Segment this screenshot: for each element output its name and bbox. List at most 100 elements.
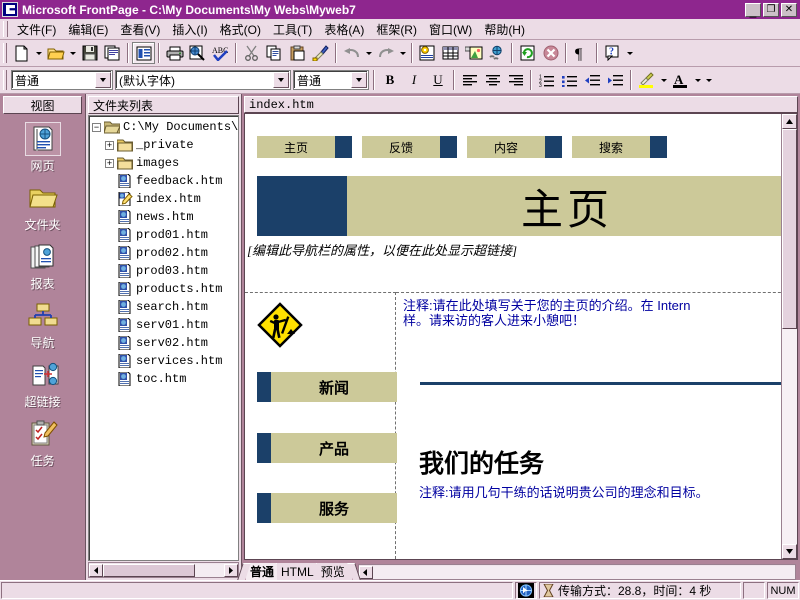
folder-list-tree[interactable]: − C:\My Documents\My + _private + xyxy=(88,115,239,561)
underline-button[interactable]: U xyxy=(426,69,450,91)
menu-format[interactable]: 格式(O) xyxy=(214,19,267,40)
editor-vscrollbar[interactable] xyxy=(781,114,797,559)
menu-edit[interactable]: 编辑(E) xyxy=(62,19,114,40)
mission-comment[interactable]: 注释:请用几句干练的话说明贵公司的理念和目标。 xyxy=(419,485,709,500)
sidebar-item-page[interactable]: 网页 xyxy=(0,122,85,174)
nav-button-search[interactable]: 搜索 xyxy=(572,136,667,158)
tree-node-products[interactable]: products.htm xyxy=(89,280,238,298)
font-color-icon[interactable]: A xyxy=(669,69,692,91)
menu-view[interactable]: 查看(V) xyxy=(114,19,166,40)
tab-normal[interactable]: 普通 xyxy=(237,563,290,580)
open-folder-icon[interactable] xyxy=(44,42,67,64)
preview-in-browser-icon[interactable] xyxy=(186,42,209,64)
toolbar-grip[interactable] xyxy=(3,43,7,63)
expand-expander-icon[interactable]: + xyxy=(105,140,114,150)
publish-web-icon[interactable] xyxy=(101,42,124,64)
menu-window[interactable]: 窗口(W) xyxy=(423,19,478,40)
menu-frames[interactable]: 框架(R) xyxy=(370,19,423,40)
format-painter-icon[interactable] xyxy=(309,42,332,64)
toolbar-grip[interactable] xyxy=(3,70,7,90)
hscroll-track[interactable] xyxy=(372,565,795,579)
sidebar-item-reports[interactable]: 报表 xyxy=(0,240,85,292)
redo-dropdown-icon[interactable] xyxy=(397,42,408,64)
highlight-dropdown-icon[interactable] xyxy=(658,69,669,91)
toolbar-overflow-icon[interactable] xyxy=(624,42,635,64)
cut-icon[interactable] xyxy=(240,42,263,64)
menu-tools[interactable]: 工具(T) xyxy=(267,19,318,40)
side-button-products[interactable]: 产品 xyxy=(257,433,397,463)
tree-node-feedback[interactable]: feedback.htm xyxy=(89,172,238,190)
align-center-icon[interactable] xyxy=(481,69,504,91)
sidebar-item-folders[interactable]: 文件夹 xyxy=(0,181,85,233)
tree-node-private[interactable]: + _private xyxy=(89,136,238,154)
stop-icon[interactable] xyxy=(539,42,562,64)
print-icon[interactable] xyxy=(163,42,186,64)
close-button[interactable]: ✕ xyxy=(781,2,797,17)
copy-icon[interactable] xyxy=(263,42,286,64)
web-component-icon[interactable] xyxy=(416,42,439,64)
page-design-canvas[interactable]: 主页 反馈 内容 搜索 主页 [编辑此导航栏的属性，以便在此处显示超链接] 注释… xyxy=(245,114,781,559)
tab-html[interactable]: HTML xyxy=(277,563,330,580)
refresh-icon[interactable] xyxy=(516,42,539,64)
tree-node-prod01[interactable]: prod01.htm xyxy=(89,226,238,244)
align-left-icon[interactable] xyxy=(458,69,481,91)
open-dropdown-icon[interactable] xyxy=(67,42,78,64)
page-properties-icon[interactable] xyxy=(132,42,155,64)
nav-button-contents[interactable]: 内容 xyxy=(467,136,562,158)
tree-node-search[interactable]: search.htm xyxy=(89,298,238,316)
scroll-left-button[interactable] xyxy=(358,565,373,579)
chevron-down-icon[interactable] xyxy=(95,72,111,88)
bulleted-list-icon[interactable] xyxy=(558,69,581,91)
intro-comment[interactable]: 注释:请在此处填写关于您的主页的介绍。在 Intern 样。请来访的客人进来小憩… xyxy=(403,298,781,328)
tree-node-toc[interactable]: toc.htm xyxy=(89,370,238,388)
scroll-down-button[interactable] xyxy=(782,544,797,559)
scroll-left-button[interactable] xyxy=(89,563,103,577)
tree-node-root[interactable]: − C:\My Documents\My xyxy=(89,118,238,136)
font-name-combo[interactable]: (默认字体) xyxy=(115,70,291,90)
new-page-icon[interactable] xyxy=(10,42,33,64)
sidebar-item-navigation[interactable]: 导航 xyxy=(0,299,85,351)
vscroll-thumb[interactable] xyxy=(782,129,797,329)
font-size-combo[interactable]: 普通 xyxy=(293,70,369,90)
sidebar-item-tasks[interactable]: 任务 xyxy=(0,417,85,469)
tree-node-services[interactable]: services.htm xyxy=(89,352,238,370)
tree-node-prod03[interactable]: prod03.htm xyxy=(89,262,238,280)
expand-expander-icon[interactable]: + xyxy=(105,158,114,168)
side-button-news[interactable]: 新闻 xyxy=(257,372,397,402)
menu-file[interactable]: 文件(F) xyxy=(11,19,62,40)
paragraph-style-combo[interactable]: 普通 xyxy=(11,70,113,90)
tree-node-serv01[interactable]: serv01.htm xyxy=(89,316,238,334)
nav-button-feedback[interactable]: 反馈 xyxy=(362,136,457,158)
tree-node-prod02[interactable]: prod02.htm xyxy=(89,244,238,262)
tree-node-news[interactable]: news.htm xyxy=(89,208,238,226)
menu-help[interactable]: 帮助(H) xyxy=(478,19,531,40)
increase-indent-icon[interactable] xyxy=(604,69,627,91)
page-banner[interactable]: 主页 xyxy=(257,176,781,236)
italic-button[interactable]: I xyxy=(402,69,426,91)
scroll-right-button[interactable] xyxy=(224,563,238,577)
side-button-services[interactable]: 服务 xyxy=(257,493,397,523)
folder-list-hscrollbar[interactable] xyxy=(88,562,239,578)
sidebar-item-hyperlinks[interactable]: 超链接 xyxy=(0,358,85,410)
scroll-up-button[interactable] xyxy=(782,114,797,129)
decrease-indent-icon[interactable] xyxy=(581,69,604,91)
help-icon[interactable]: ? xyxy=(601,42,624,64)
font-color-dropdown-icon[interactable] xyxy=(692,69,703,91)
nav-button-home[interactable]: 主页 xyxy=(257,136,352,158)
editor-hscrollbar[interactable] xyxy=(357,564,796,580)
insert-table-icon[interactable] xyxy=(439,42,462,64)
menu-insert[interactable]: 插入(I) xyxy=(166,19,213,40)
toolbar-overflow-icon[interactable] xyxy=(703,69,714,91)
chevron-down-icon[interactable] xyxy=(351,72,367,88)
tree-node-serv02[interactable]: serv02.htm xyxy=(89,334,238,352)
hyperlink-icon[interactable] xyxy=(485,42,508,64)
paste-icon[interactable] xyxy=(286,42,309,64)
tree-node-index[interactable]: index.htm xyxy=(89,190,238,208)
menu-table[interactable]: 表格(A) xyxy=(318,19,370,40)
hscroll-thumb[interactable] xyxy=(103,563,195,577)
undo-dropdown-icon[interactable] xyxy=(363,42,374,64)
vscroll-track[interactable] xyxy=(782,329,797,544)
tree-node-images[interactable]: + images xyxy=(89,154,238,172)
insert-picture-icon[interactable] xyxy=(462,42,485,64)
hscroll-track[interactable] xyxy=(195,563,224,577)
